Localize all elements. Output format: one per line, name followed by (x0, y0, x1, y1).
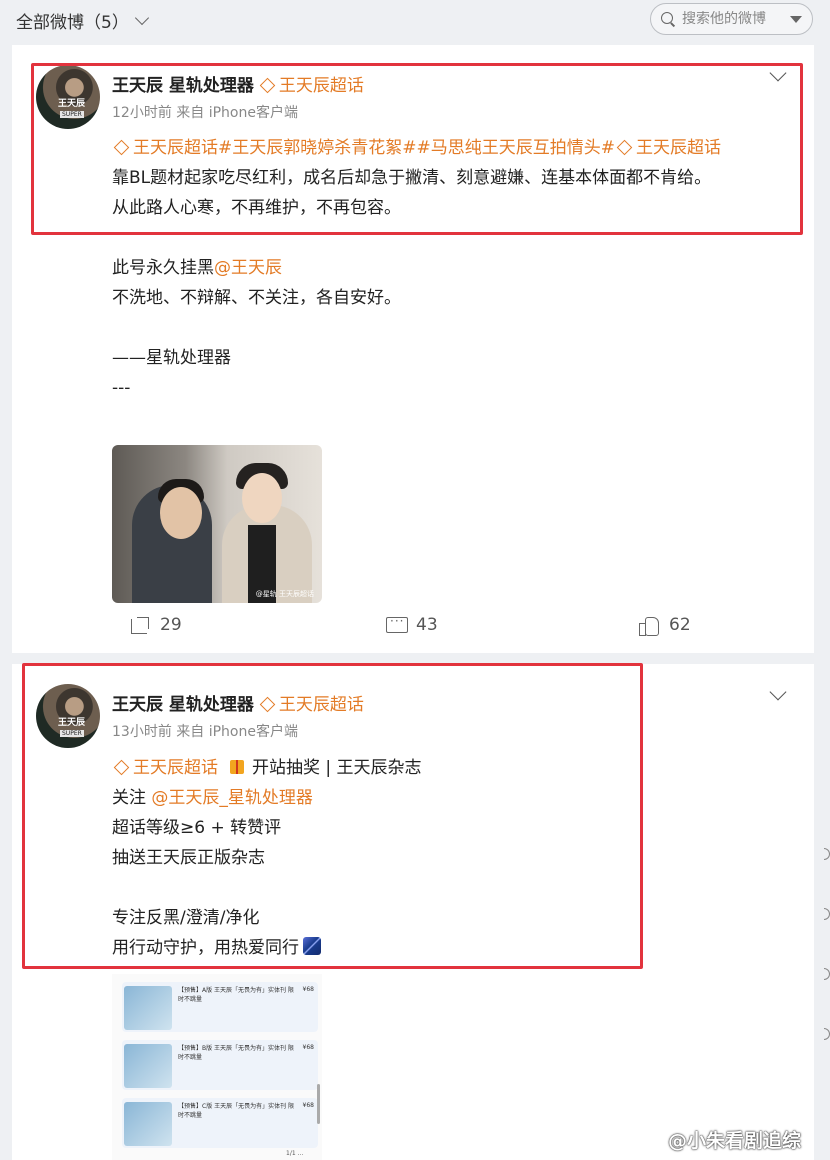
highlight-box (22, 663, 643, 969)
photo-face-left (160, 487, 202, 539)
shop-note: 1/1 ... (286, 1150, 304, 1157)
mention-link[interactable]: @王天辰 (214, 258, 282, 278)
shop-item-title: 【预售】C版 王天辰「无畏为有」实体刊 限时不跳量 (178, 1103, 295, 1119)
like-icon (639, 615, 659, 636)
shop-item-price: ¥68 (302, 1102, 314, 1109)
side-control[interactable] (824, 848, 830, 860)
like-count: 62 (669, 615, 691, 635)
shop-item-title: 【预售】A版 王天辰「无畏为有」实体刊 限时不跳量 (178, 987, 294, 1003)
shop-item-price: ¥68 (302, 1044, 314, 1051)
shop-item: 【预售】B版 王天辰「无畏为有」实体刊 限时不跳量 ¥68 (122, 1040, 318, 1090)
shop-item-price: ¥68 (302, 986, 314, 993)
comment-button[interactable]: 43 (386, 614, 438, 635)
magazine-thumbnail (124, 986, 172, 1030)
post-text: 此号永久挂黑 (112, 258, 214, 278)
post-text-line: --- (112, 378, 131, 398)
repost-count: 29 (160, 615, 182, 635)
chevron-down-icon[interactable] (769, 683, 787, 701)
post-filter-dropdown[interactable]: 全部微博（5） (16, 8, 149, 33)
post-text-line: 此号永久挂黑@王天辰 (112, 253, 802, 283)
comment-icon (386, 614, 408, 635)
side-control[interactable] (824, 968, 830, 980)
highlight-box (31, 63, 803, 235)
photo-watermark: @星轨 王天辰超话 (255, 590, 314, 598)
like-button[interactable]: 62 (639, 615, 691, 636)
magazine-thumbnail (124, 1044, 172, 1088)
repost-button[interactable]: 29 (130, 615, 182, 635)
post-text-line: ——星轨处理器 (112, 348, 231, 368)
search-box[interactable] (650, 3, 813, 35)
action-bar: 29 43 62 (12, 614, 814, 639)
scrollbar (317, 1084, 320, 1124)
side-control[interactable] (824, 1028, 830, 1040)
post-text-line: 不洗地、不辩解、不关注，各自安好。 (112, 288, 401, 308)
magazine-thumbnail (124, 1102, 172, 1146)
post-filter-label: 全部微博（5） (16, 13, 129, 33)
shop-item: 【预售】A版 王天辰「无畏为有」实体刊 限时不跳量 ¥68 (122, 982, 318, 1032)
shop-item: 【预售】C版 王天辰「无畏为有」实体刊 限时不跳量 ¥68 (122, 1098, 318, 1148)
top-bar: 全部微博（5） (0, 0, 830, 40)
dropdown-triangle-icon[interactable] (790, 16, 802, 23)
post-photo[interactable]: @星轨 王天辰超话 (112, 445, 322, 603)
photo-face-right (242, 473, 282, 523)
search-input[interactable] (682, 11, 782, 27)
image-watermark: @小朱看剧追综 (668, 1130, 802, 1152)
chevron-down-icon (134, 10, 149, 25)
shop-item-title: 【预售】B版 王天辰「无畏为有」实体刊 限时不跳量 (178, 1045, 294, 1061)
share-icon (130, 615, 150, 635)
side-control[interactable] (824, 908, 830, 920)
comment-count: 43 (416, 615, 438, 635)
search-icon[interactable] (661, 11, 676, 27)
post-image-shop-screenshot[interactable]: 【预售】A版 王天辰「无畏为有」实体刊 限时不跳量 ¥68 【预售】B版 王天辰… (112, 974, 322, 1160)
